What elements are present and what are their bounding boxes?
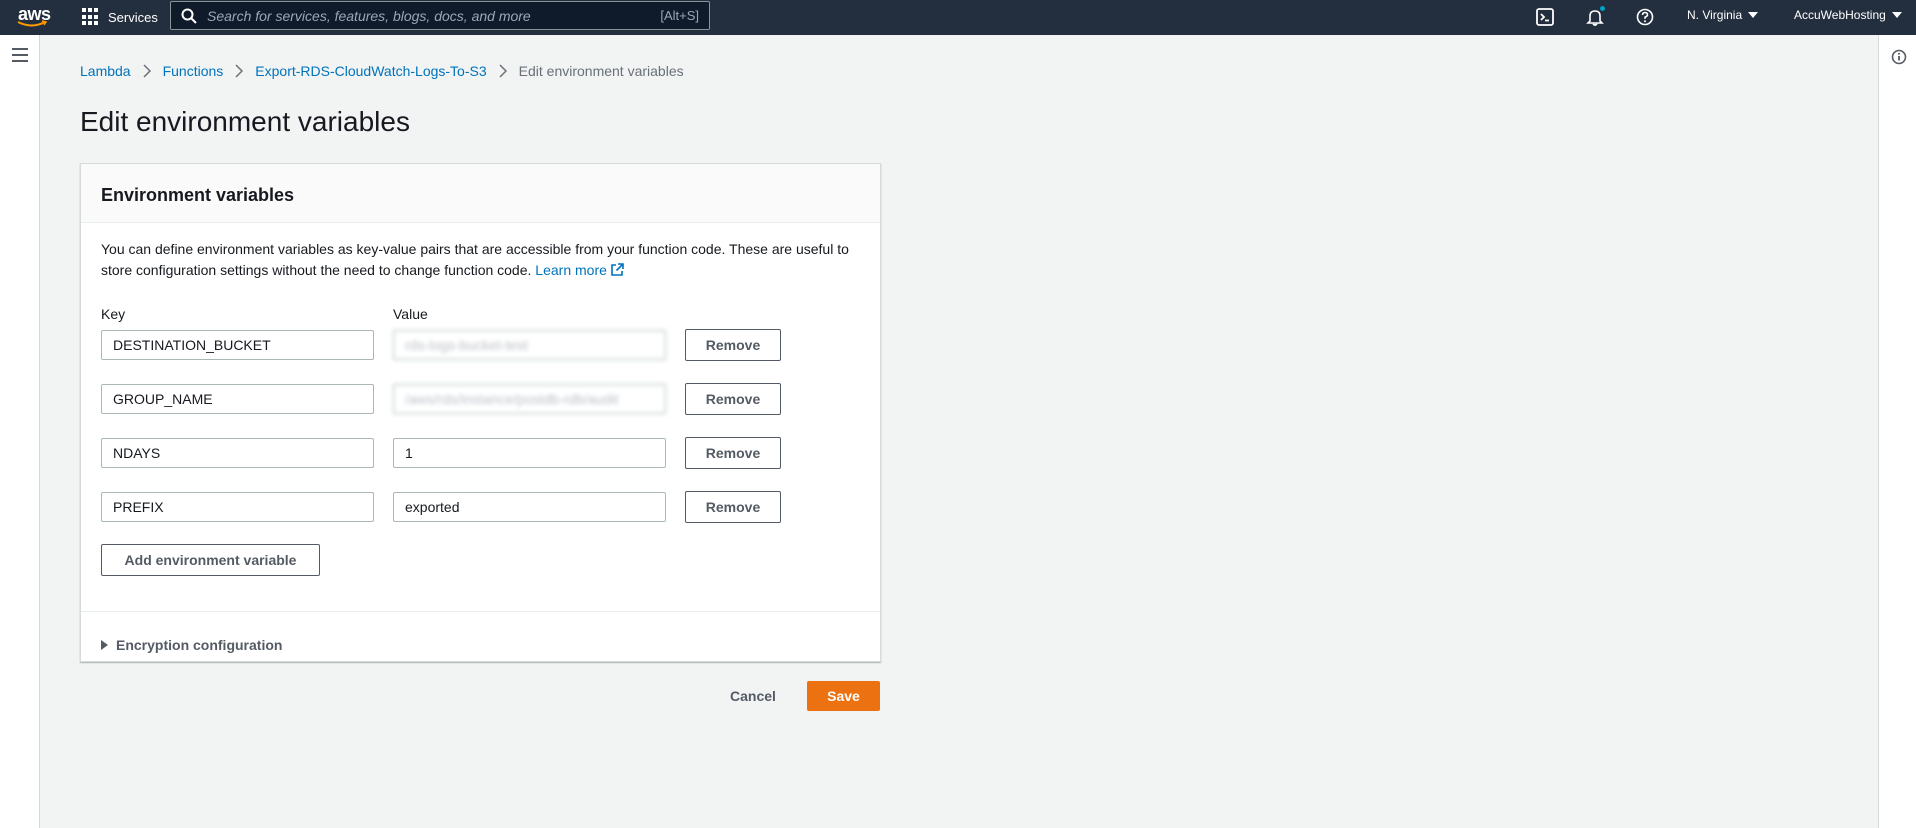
key-column-label: Key bbox=[101, 306, 126, 322]
services-label: Services bbox=[108, 9, 158, 25]
chevron-right-icon bbox=[235, 64, 244, 78]
remove-button[interactable]: Remove bbox=[685, 383, 781, 415]
key-input[interactable] bbox=[101, 492, 374, 522]
remove-button[interactable]: Remove bbox=[685, 329, 781, 361]
region-selector[interactable]: N. Virginia bbox=[1687, 8, 1759, 22]
value-column-label: Value bbox=[393, 306, 428, 322]
caret-down-icon bbox=[1748, 12, 1759, 18]
add-environment-variable-button[interactable]: Add environment variable bbox=[101, 544, 320, 576]
breadcrumb-current: Edit environment variables bbox=[518, 63, 684, 79]
left-navigation-rail bbox=[0, 35, 40, 828]
breadcrumb: Lambda Functions Export-RDS-CloudWatch-L… bbox=[80, 63, 684, 79]
encryption-configuration-toggle[interactable]: Encryption configuration bbox=[81, 611, 880, 661]
encryption-label: Encryption configuration bbox=[116, 637, 283, 653]
breadcrumb-functions[interactable]: Functions bbox=[163, 63, 224, 79]
menu-icon[interactable] bbox=[12, 48, 28, 62]
remove-button[interactable]: Remove bbox=[685, 437, 781, 469]
help-icon bbox=[1636, 8, 1654, 26]
cloudshell-button[interactable] bbox=[1534, 6, 1556, 28]
notifications-button[interactable] bbox=[1584, 6, 1606, 28]
learn-more-link[interactable]: Learn more bbox=[535, 262, 624, 278]
terminal-icon bbox=[1536, 8, 1554, 26]
search-icon bbox=[181, 8, 197, 24]
help-button[interactable] bbox=[1634, 6, 1656, 28]
account-label: AccuWebHosting bbox=[1794, 8, 1886, 22]
remove-button[interactable]: Remove bbox=[685, 491, 781, 523]
description-text: You can define environment variables as … bbox=[101, 241, 849, 278]
aws-logo[interactable]: aws bbox=[16, 4, 52, 29]
value-input[interactable] bbox=[393, 438, 666, 468]
save-button[interactable]: Save bbox=[807, 681, 880, 711]
panel-header: Environment variables bbox=[81, 164, 880, 223]
key-input[interactable] bbox=[101, 438, 374, 468]
right-tools-rail bbox=[1878, 35, 1916, 828]
panel-description: You can define environment variables as … bbox=[101, 239, 861, 281]
smile-icon bbox=[17, 20, 47, 27]
search-shortcut: [Alt+S] bbox=[660, 8, 699, 23]
breadcrumb-function-name[interactable]: Export-RDS-CloudWatch-Logs-To-S3 bbox=[255, 63, 486, 79]
search-input[interactable] bbox=[207, 7, 627, 24]
cancel-button[interactable]: Cancel bbox=[718, 681, 788, 711]
notification-dot bbox=[1600, 6, 1605, 11]
key-input[interactable] bbox=[101, 330, 374, 360]
region-label: N. Virginia bbox=[1687, 8, 1743, 22]
top-navigation: aws Services [Alt+S] bbox=[0, 0, 1916, 35]
caret-right-icon bbox=[101, 640, 108, 650]
value-input[interactable] bbox=[393, 330, 666, 360]
key-input[interactable] bbox=[101, 384, 374, 414]
breadcrumb-lambda[interactable]: Lambda bbox=[80, 63, 131, 79]
chevron-right-icon bbox=[143, 64, 151, 78]
apps-grid-icon bbox=[82, 8, 100, 26]
panel-title: Environment variables bbox=[101, 185, 295, 205]
info-icon[interactable] bbox=[1891, 49, 1907, 65]
value-input[interactable] bbox=[393, 492, 666, 522]
chevron-right-icon bbox=[499, 64, 507, 78]
caret-down-icon bbox=[1891, 12, 1902, 18]
environment-variables-panel: Environment variables You can define env… bbox=[80, 163, 881, 662]
external-link-icon bbox=[611, 263, 624, 276]
account-menu[interactable]: AccuWebHosting bbox=[1794, 8, 1902, 22]
search-bar: [Alt+S] bbox=[170, 1, 710, 30]
page-title: Edit environment variables bbox=[80, 106, 410, 137]
value-input[interactable] bbox=[393, 384, 666, 414]
services-menu[interactable]: Services bbox=[82, 6, 158, 28]
